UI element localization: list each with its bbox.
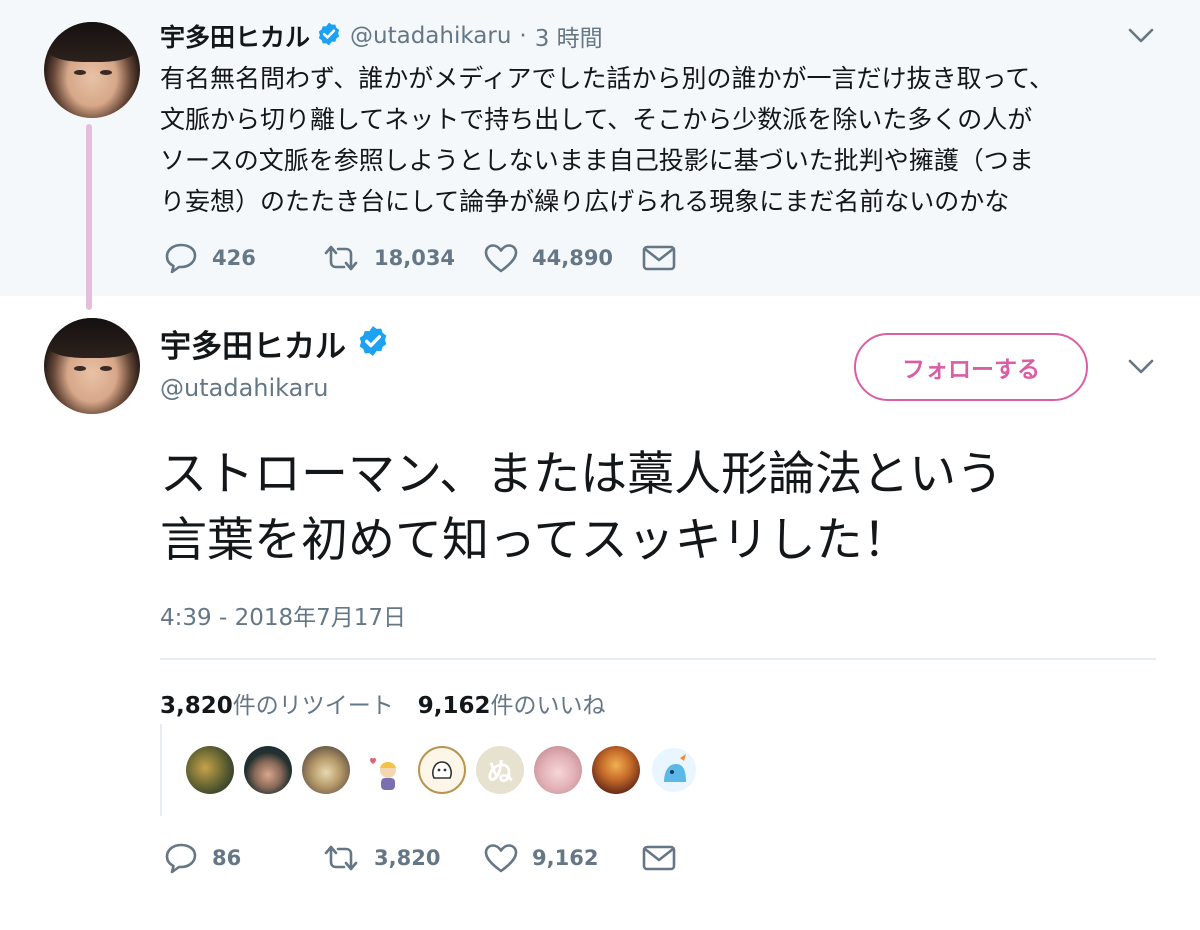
retweet-stat-count: 3,820 — [160, 693, 233, 719]
retweet-button[interactable]: 18,034 — [322, 243, 484, 273]
engagement-stats: 3,820件のリツイート 9,162件のいいね — [160, 686, 630, 720]
parent-tweet-header: 宇多田ヒカル @utadahikaru · 3 時間 — [160, 18, 603, 54]
like-button[interactable]: 44,890 — [484, 243, 642, 273]
tweet-text-line: り妄想）のたたき台にして論争が繰り広げられる現象にまだ名前ないのかな — [160, 187, 1010, 216]
retweet-stat-label: 件のリツイート — [232, 693, 394, 719]
retweet-button[interactable]: 3,820 — [322, 843, 484, 873]
reply-count: 86 — [212, 846, 242, 870]
like-count: 44,890 — [532, 246, 614, 270]
direct-message-button[interactable] — [642, 244, 676, 272]
envelope-icon — [642, 245, 676, 271]
parent-tweet-actions: 426 18,034 44,890 — [164, 242, 676, 274]
liker-avatar-glyph: ぬ — [486, 757, 513, 788]
reply-icon — [165, 843, 197, 874]
main-tweet-header: 宇多田ヒカル — [160, 321, 390, 366]
like-button[interactable]: 9,162 — [484, 843, 642, 873]
liker-avatar[interactable] — [418, 746, 466, 794]
verified-badge-icon — [316, 21, 342, 51]
chevron-down-icon[interactable] — [1128, 359, 1154, 375]
like-count: 9,162 — [532, 846, 599, 870]
chevron-down-icon[interactable] — [1128, 28, 1154, 44]
retweet-stat[interactable]: 3,820件のリツイート — [160, 686, 394, 720]
reply-button[interactable]: 86 — [164, 842, 322, 874]
liker-avatars: ぬ — [186, 746, 708, 794]
retweet-icon — [324, 845, 358, 871]
liker-avatar[interactable] — [186, 746, 234, 794]
author-name[interactable]: 宇多田ヒカル — [160, 18, 310, 54]
main-tweet-actions: 86 3,820 9,162 — [164, 842, 676, 874]
verified-badge-icon — [356, 324, 390, 362]
liker-avatar[interactable] — [534, 746, 582, 794]
tweet-text-line: 文脈から切り離してネットで持ち出して、そこから少数派を除いた多くの人が — [160, 105, 1033, 134]
tweet-timestamp[interactable]: 3 時間 — [535, 19, 603, 53]
envelope-icon — [642, 845, 676, 871]
main-tweet-text: ストローマン、または藁人形論法という 言葉を初めて知ってスッキリした！ — [160, 442, 1160, 574]
retweet-count: 3,820 — [374, 846, 441, 870]
reply-count: 426 — [212, 246, 256, 270]
liker-avatar[interactable] — [650, 746, 698, 794]
liker-avatar[interactable] — [302, 746, 350, 794]
retweet-icon — [324, 245, 358, 271]
avatar[interactable] — [44, 22, 140, 118]
tweet-text-line: 言葉を初めて知ってスッキリした！ — [160, 513, 910, 568]
like-stat[interactable]: 9,162件のいいね — [418, 686, 606, 720]
tweet-text-line: ストローマン、または藁人形論法という — [160, 447, 1004, 502]
like-stat-label: 件のいいね — [490, 693, 606, 719]
like-stat-count: 9,162 — [417, 693, 491, 719]
reply-icon — [165, 243, 197, 274]
liker-avatar[interactable] — [244, 746, 292, 794]
tweet-text-line: ソースの文脈を参照しようとしないまま自己投影に基づいた批判や擁護（つま — [160, 146, 1034, 175]
author-name[interactable]: 宇多田ヒカル — [160, 321, 346, 366]
reply-button[interactable]: 426 — [164, 242, 322, 274]
parent-tweet-text: 有名無名問わず、誰かがメディアでした話から別の誰かが一言だけ抜き取って、 文脈か… — [160, 58, 1160, 222]
author-handle[interactable]: @utadahikaru — [160, 374, 328, 402]
liker-avatar[interactable]: ぬ — [476, 746, 524, 794]
separator-dot: · — [519, 23, 527, 49]
avatar[interactable] — [44, 318, 140, 414]
retweet-count: 18,034 — [374, 246, 456, 270]
liker-avatar[interactable] — [592, 746, 640, 794]
heart-icon — [484, 844, 518, 873]
follow-button[interactable]: フォローする — [854, 333, 1088, 401]
heart-icon — [484, 244, 518, 273]
thread-connector-line — [86, 124, 92, 310]
tweet-text-line: 有名無名問わず、誰かがメディアでした話から別の誰かが一言だけ抜き取って、 — [160, 64, 1055, 93]
tweet-date[interactable]: 4:39 - 2018年7月17日 — [160, 598, 406, 632]
liker-avatar[interactable] — [360, 746, 408, 794]
divider — [160, 658, 1156, 660]
author-handle[interactable]: @utadahikaru — [350, 23, 511, 49]
direct-message-button[interactable] — [642, 844, 676, 872]
